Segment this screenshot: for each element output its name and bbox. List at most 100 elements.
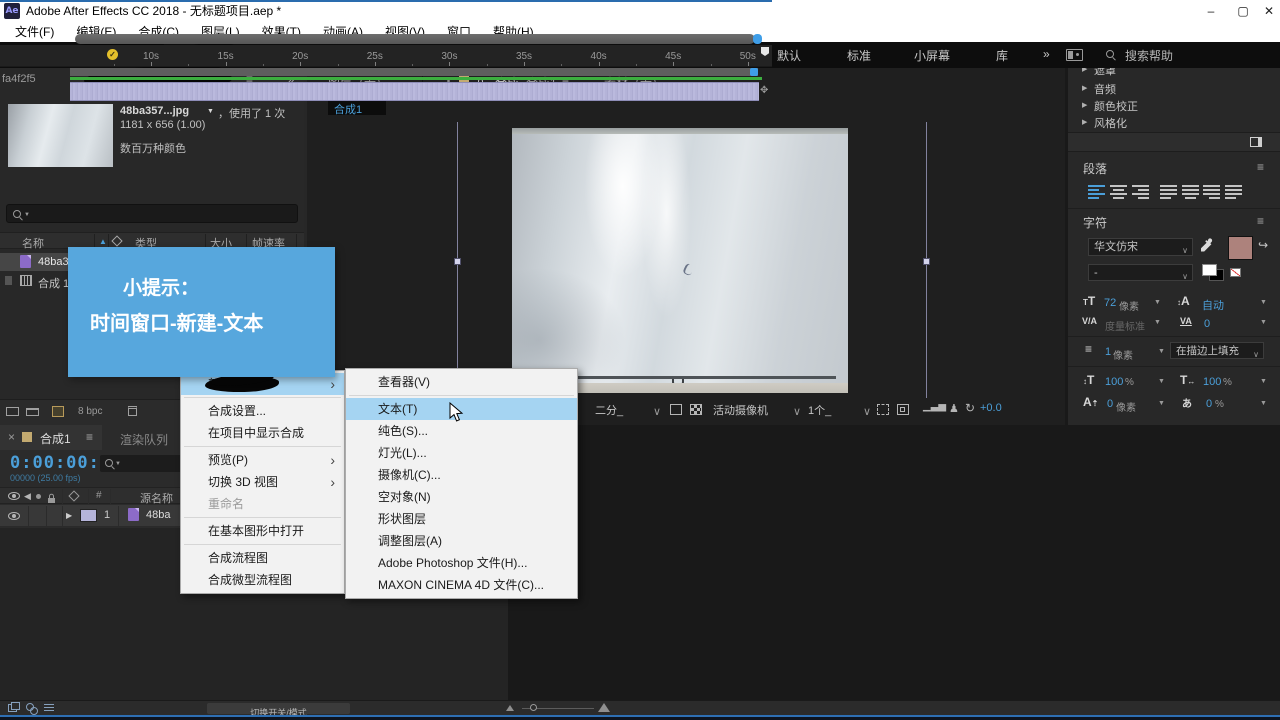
menu-item-空对象(N)[interactable]: 空对象(N) [346, 486, 577, 508]
eyedropper-icon[interactable] [1200, 238, 1213, 257]
menubar-item-0[interactable]: 文件(F) [4, 22, 65, 42]
dropdown-icon[interactable]: ▼ [1158, 348, 1165, 355]
menu-item-切换 3D 视图[interactable]: 切换 3D 视图› [181, 471, 344, 493]
filename-dropdown-icon[interactable]: ▼ [207, 108, 214, 115]
menu-item-Adobe Photoshop 文件(H)...[interactable]: Adobe Photoshop 文件(H)... [346, 552, 577, 574]
workspace-tab-小屏幕[interactable]: 小屏幕 [914, 47, 950, 64]
paragraph-align-button-1[interactable] [1110, 185, 1127, 199]
menu-item-查看器(V)[interactable]: 查看器(V) [346, 371, 577, 393]
font-style-dropdown[interactable]: - ∨ [1088, 264, 1193, 281]
layer-eye-icon[interactable] [8, 512, 20, 520]
frame-blend-icon[interactable] [8, 704, 17, 712]
restore-button[interactable]: ▢ [1232, 0, 1254, 22]
paragraph-align-button-3[interactable] [1160, 185, 1177, 199]
timeline-search-input[interactable]: ▼ [100, 455, 182, 472]
dropdown-icon[interactable]: ▼ [1260, 400, 1267, 407]
label-column-icon[interactable] [68, 490, 79, 501]
label-column-icon[interactable] [111, 235, 122, 246]
horizontal-scale-value[interactable]: 100 [1203, 376, 1221, 388]
effect-category[interactable]: ▶风格化 [1068, 114, 1280, 130]
stroke-width-value[interactable]: 1 [1105, 346, 1111, 358]
workspace-switcher-icon[interactable] [1066, 49, 1083, 61]
menu-item-在基本图形中打开[interactable]: 在基本图形中打开 [181, 520, 344, 542]
menu-item-摄像机(C)...[interactable]: 摄像机(C)... [346, 464, 577, 486]
work-area-end-handle[interactable] [750, 68, 758, 76]
dropdown-icon[interactable]: ▼ [1158, 378, 1165, 385]
histogram-icon[interactable]: ▁▃▅ [923, 401, 946, 412]
layer-color-swatch[interactable] [80, 509, 97, 522]
timeline-jump-icon[interactable] [897, 404, 909, 415]
effect-category[interactable]: ▶遮罩 [1068, 68, 1280, 77]
new-folder-icon[interactable] [26, 408, 39, 416]
project-tab-label[interactable]: fa4f2f5 [2, 73, 36, 85]
menu-item-预览(P)[interactable]: 预览(P)› [181, 449, 344, 471]
tracking-value[interactable]: 0 [1204, 318, 1210, 330]
reset-exposure-icon[interactable]: ↻ [965, 401, 975, 415]
menu-item-合成流程图[interactable]: 合成流程图 [181, 547, 344, 569]
view-layout-dropdown[interactable]: 1个_ [808, 402, 831, 418]
navigator-end-handle[interactable] [753, 34, 762, 44]
no-color-swatch[interactable] [1230, 268, 1241, 277]
zoom-in-icon[interactable] [598, 703, 610, 712]
fill-mode-dropdown[interactable]: 在描边上填充 ∨ [1170, 342, 1264, 359]
timeline-active-tab[interactable]: × 合成1 ≡ [0, 425, 102, 450]
panel-corner-icon[interactable] [1250, 137, 1262, 147]
sort-ascending-icon[interactable]: ▲ [99, 237, 107, 246]
bit-depth-button[interactable]: 8 bpc [78, 406, 102, 417]
tab-close-icon[interactable]: × [8, 430, 15, 444]
fill-color-swatch[interactable] [1228, 236, 1253, 260]
source-name-column[interactable]: 源名称 [140, 490, 173, 506]
pixel-aspect-icon[interactable] [877, 404, 889, 415]
menu-item-调整图层(A)[interactable]: 调整图层(A) [346, 530, 577, 552]
effect-category[interactable]: ▶音频 [1068, 80, 1280, 96]
motion-blur-icon[interactable] [26, 703, 34, 711]
time-navigator-bar[interactable] [75, 34, 755, 44]
comp-selector[interactable]: 合成1 [328, 100, 386, 115]
audio-column-icon[interactable]: ◀ [24, 491, 31, 502]
footage-filename[interactable]: 48ba357...jpg [120, 105, 189, 117]
layer-duration-bar[interactable] [70, 82, 759, 101]
new-composition-icon[interactable] [52, 406, 64, 417]
layer-left-handle[interactable] [454, 258, 461, 265]
graph-editor-icon[interactable] [44, 704, 54, 712]
dropdown-icon[interactable]: ▼ [1260, 378, 1267, 385]
solo-column-icon[interactable] [36, 494, 41, 499]
tsume-value[interactable]: 0 [1206, 398, 1212, 410]
interpret-footage-icon[interactable] [6, 407, 19, 416]
render-queue-tab[interactable]: 渲染队列 [120, 431, 168, 448]
paragraph-align-button-0[interactable] [1088, 185, 1105, 199]
swap-colors-icon[interactable]: ↩ [1258, 238, 1268, 252]
exposure-value[interactable]: +0.0 [980, 402, 1002, 414]
zoom-slider-knob[interactable] [530, 704, 537, 711]
dropdown-icon[interactable]: ▼ [1154, 319, 1161, 326]
paragraph-align-button-4[interactable] [1182, 185, 1199, 199]
vertical-scale-value[interactable]: 100 [1105, 376, 1123, 388]
trash-icon[interactable] [128, 406, 137, 416]
effect-category[interactable]: ▶颜色校正 [1068, 97, 1280, 113]
paragraph-align-button-2[interactable] [1132, 185, 1149, 199]
baseline-shift-value[interactable]: 0 [1107, 398, 1113, 410]
menu-item-MAXON CINEMA 4D 文件(C)...[interactable]: MAXON CINEMA 4D 文件(C)... [346, 574, 577, 596]
number-column[interactable]: # [96, 490, 102, 501]
toggle-switches-button[interactable]: 切换开关/模式 [207, 703, 350, 714]
font-size-value[interactable]: 72 [1104, 297, 1116, 309]
close-button[interactable]: ✕ [1258, 0, 1280, 22]
paragraph-align-button-5[interactable] [1203, 185, 1220, 199]
zoom-out-icon[interactable] [506, 705, 514, 711]
leading-value[interactable]: 自动 [1202, 297, 1224, 313]
resolution-dropdown[interactable]: 二分_ [595, 402, 623, 418]
layer-right-handle[interactable] [923, 258, 930, 265]
tab-menu-icon[interactable]: ≡ [86, 430, 93, 444]
paragraph-align-button-6[interactable] [1225, 185, 1242, 199]
workspace-tab-库[interactable]: 库 [996, 47, 1008, 64]
column-name[interactable]: 名称 [22, 235, 44, 251]
project-search-input[interactable]: ▼ [6, 204, 298, 223]
workspace-overflow-icon[interactable]: » [1043, 47, 1050, 61]
menu-item-形状图层[interactable]: 形状图层 [346, 508, 577, 530]
character-menu-icon[interactable]: ≡ [1257, 214, 1264, 228]
menu-item-在项目中显示合成[interactable]: 在项目中显示合成 [181, 422, 344, 444]
layer-twirl-icon[interactable]: ▶ [66, 511, 72, 520]
paragraph-menu-icon[interactable]: ≡ [1257, 160, 1264, 174]
kerning-value[interactable]: 度量标准 [1105, 318, 1145, 333]
workspace-tab-标准[interactable]: 标准 [847, 47, 871, 64]
